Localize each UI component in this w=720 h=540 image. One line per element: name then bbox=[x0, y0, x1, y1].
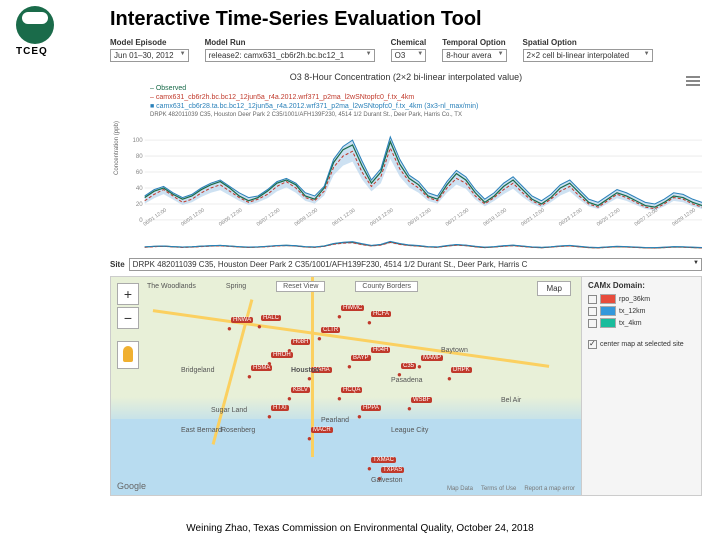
svg-text:06/25 12:00: 06/25 12:00 bbox=[596, 207, 622, 227]
zoom-out-button[interactable]: − bbox=[117, 307, 139, 329]
site-marker[interactable]: H04H bbox=[371, 347, 390, 353]
center-map-checkbox[interactable]: center map at selected site bbox=[588, 340, 695, 349]
agency-logo: TCEQ bbox=[16, 6, 56, 57]
svg-text:80: 80 bbox=[136, 153, 143, 160]
site-selector-row: Site DRPK 482011039 C35, Houston Deer Pa… bbox=[110, 258, 702, 271]
site-marker[interactable]: HCFA bbox=[371, 311, 391, 317]
site-marker[interactable]: HSMA bbox=[251, 365, 272, 371]
spatial-label: Spatial Option bbox=[523, 38, 653, 47]
episode-label: Model Episode bbox=[110, 38, 189, 47]
site-marker[interactable]: HWMC bbox=[341, 305, 364, 311]
layer-rpo[interactable]: rpo_36km bbox=[588, 294, 695, 304]
site-marker[interactable]: WSBF bbox=[411, 397, 432, 403]
svg-text:20: 20 bbox=[136, 201, 143, 208]
site-marker[interactable]: HPPA bbox=[361, 405, 381, 411]
site-label: Site bbox=[110, 260, 125, 269]
svg-text:06/23 12:00: 06/23 12:00 bbox=[558, 207, 584, 227]
episode-select[interactable]: Jun 01–30, 2012 bbox=[110, 49, 189, 62]
chemical-label: Chemical bbox=[391, 38, 427, 47]
svg-text:06/29 12:00: 06/29 12:00 bbox=[671, 207, 697, 227]
timeseries-chart: O3 8-Hour Concentration (2×2 bi-linear i… bbox=[110, 72, 702, 252]
pegman-icon[interactable] bbox=[117, 341, 139, 369]
run-select[interactable]: release2: camx631_cb6r2h.bc.bc12_1 bbox=[205, 49, 375, 62]
chart-plot-area[interactable]: Concentration (ppb)02040608010006/01 12:… bbox=[110, 120, 702, 230]
svg-text:60: 60 bbox=[136, 169, 143, 176]
google-logo: Google bbox=[117, 481, 146, 491]
county-borders-button[interactable]: County Borders bbox=[355, 281, 418, 292]
site-marker[interactable]: KBLV bbox=[291, 387, 310, 393]
svg-text:06/13 12:00: 06/13 12:00 bbox=[369, 207, 395, 227]
map-footer: Map DataTerms of UseReport a map error bbox=[447, 486, 575, 492]
svg-text:Concentration (ppb): Concentration (ppb) bbox=[113, 121, 120, 175]
chart-navigator[interactable] bbox=[110, 232, 702, 256]
svg-text:100: 100 bbox=[132, 137, 143, 144]
site-select[interactable]: DRPK 482011039 C35, Houston Deer Park 2 … bbox=[129, 258, 702, 271]
run-label: Model Run bbox=[205, 38, 375, 47]
site-marker[interactable]: H08H bbox=[291, 339, 310, 345]
svg-text:06/11 12:00: 06/11 12:00 bbox=[331, 208, 356, 228]
site-marker[interactable]: TXPAS bbox=[381, 467, 404, 473]
svg-text:06/17 12:00: 06/17 12:00 bbox=[445, 207, 471, 227]
svg-text:06/05 12:00: 06/05 12:00 bbox=[218, 207, 244, 227]
logo-text: TCEQ bbox=[16, 46, 56, 57]
site-marker[interactable]: HCQA bbox=[341, 387, 362, 393]
reset-view-button[interactable]: Reset View bbox=[276, 281, 325, 292]
site-marker[interactable]: HNWA bbox=[231, 317, 253, 323]
chart-title: O3 8-Hour Concentration (2×2 bi-linear i… bbox=[110, 72, 702, 82]
map-type-toggle[interactable]: Map bbox=[537, 281, 571, 296]
site-marker[interactable]: CLTR bbox=[321, 327, 340, 333]
site-marker[interactable]: DRPK bbox=[451, 367, 472, 373]
svg-text:06/09 12:00: 06/09 12:00 bbox=[294, 207, 320, 227]
page-title: Interactive Time-Series Evaluation Tool bbox=[110, 8, 482, 31]
svg-text:06/27 12:00: 06/27 12:00 bbox=[634, 207, 660, 227]
filter-controls: Model Episode Jun 01–30, 2012 Model Run re… bbox=[110, 38, 704, 62]
temporal-select[interactable]: 8-hour avera bbox=[442, 49, 506, 62]
temporal-label: Temporal Option bbox=[442, 38, 506, 47]
site-marker[interactable]: HALC bbox=[261, 315, 281, 321]
zoom-in-button[interactable]: + bbox=[117, 283, 139, 305]
svg-text:40: 40 bbox=[136, 185, 143, 192]
map[interactable]: + − The Woodlands Spring Reset View Coun… bbox=[110, 276, 702, 496]
site-marker[interactable]: MACR bbox=[311, 427, 333, 433]
layer-tx12[interactable]: tx_12km bbox=[588, 306, 695, 316]
chemical-select[interactable]: O3 bbox=[391, 49, 427, 62]
site-marker[interactable]: MAMP bbox=[421, 355, 443, 361]
svg-text:06/03 12:00: 06/03 12:00 bbox=[180, 207, 206, 227]
slide-footer: Weining Zhao, Texas Commission on Enviro… bbox=[0, 523, 720, 534]
svg-text:06/19 12:00: 06/19 12:00 bbox=[482, 207, 508, 227]
site-marker[interactable]: TXMAC bbox=[371, 457, 396, 463]
site-marker[interactable]: HTXI bbox=[271, 405, 289, 411]
svg-text:06/07 12:00: 06/07 12:00 bbox=[256, 207, 282, 227]
svg-text:06/01 12:00: 06/01 12:00 bbox=[142, 207, 168, 227]
svg-text:06/21 12:00: 06/21 12:00 bbox=[520, 207, 546, 227]
camx-header: CAMx Domain: bbox=[588, 281, 695, 290]
chart-legend: – Observed – camx631_cb6r2h.bc.bc12_12ju… bbox=[150, 84, 702, 120]
layer-tx4[interactable]: tx_4km bbox=[588, 318, 695, 328]
site-marker[interactable]: HROH bbox=[271, 352, 293, 358]
spatial-select[interactable]: 2×2 cell bi-linear interpolated bbox=[523, 49, 653, 62]
site-marker[interactable]: C35 bbox=[401, 363, 416, 369]
svg-text:06/15 12:00: 06/15 12:00 bbox=[407, 207, 433, 227]
camx-domain-panel: CAMx Domain: rpo_36km tx_12km tx_4km cen… bbox=[581, 277, 701, 495]
